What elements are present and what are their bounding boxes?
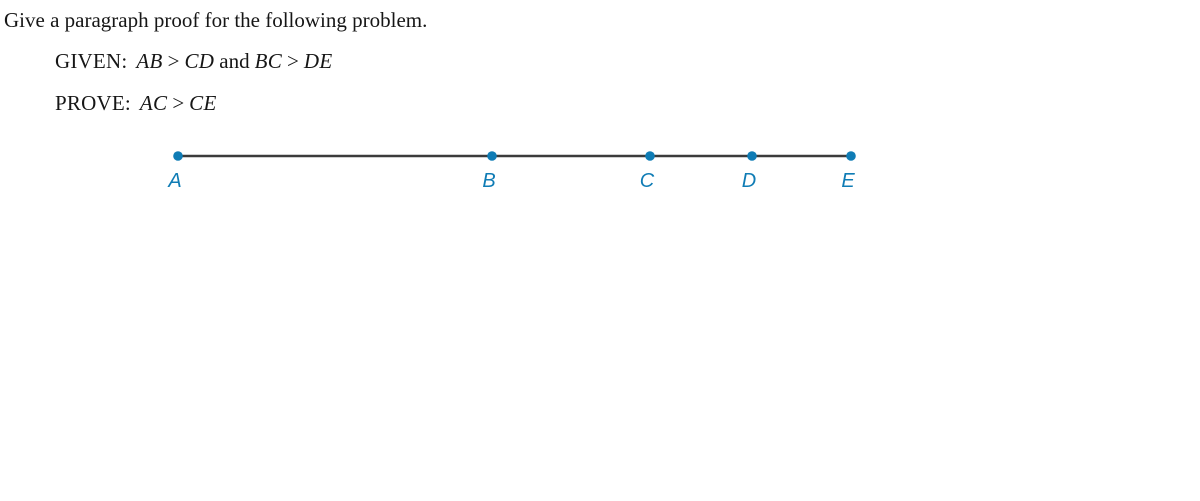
given-relation-1: > (167, 49, 180, 73)
given-keyword: GIVEN: (55, 49, 128, 73)
number-line-svg: A B C D E (167, 151, 856, 192)
point-label-a: A (167, 170, 181, 192)
point-d (747, 151, 757, 161)
point-b (487, 151, 497, 161)
given-segment-de: DE (303, 49, 333, 73)
prove-line: PROVE: AC > CE (4, 90, 1104, 117)
given-segment-cd: CD (184, 49, 215, 73)
given-segment-ab: AB (136, 49, 163, 73)
point-c (645, 151, 655, 161)
problem-statement: Give a paragraph proof for the following… (4, 7, 1104, 117)
prove-keyword: PROVE: (55, 91, 131, 115)
given-segment-bc: BC (254, 49, 283, 73)
point-label-group: A B C D E (167, 170, 855, 192)
given-line: GIVEN: AB > CD and BC > DE (4, 48, 1104, 75)
geometry-figure: A B C D E (0, 132, 1200, 202)
given-conjunction: and (219, 49, 250, 73)
point-a (173, 151, 183, 161)
point-label-e: E (841, 170, 855, 192)
prove-segment-ce: CE (189, 91, 217, 115)
point-label-b: B (482, 170, 495, 192)
point-label-c: C (640, 170, 655, 192)
prove-relation: > (172, 91, 185, 115)
given-relation-2: > (287, 49, 299, 73)
prove-segment-ac: AC (139, 91, 168, 115)
point-label-d: D (742, 170, 756, 192)
problem-prompt: Give a paragraph proof for the following… (4, 8, 428, 32)
point-e (846, 151, 856, 161)
